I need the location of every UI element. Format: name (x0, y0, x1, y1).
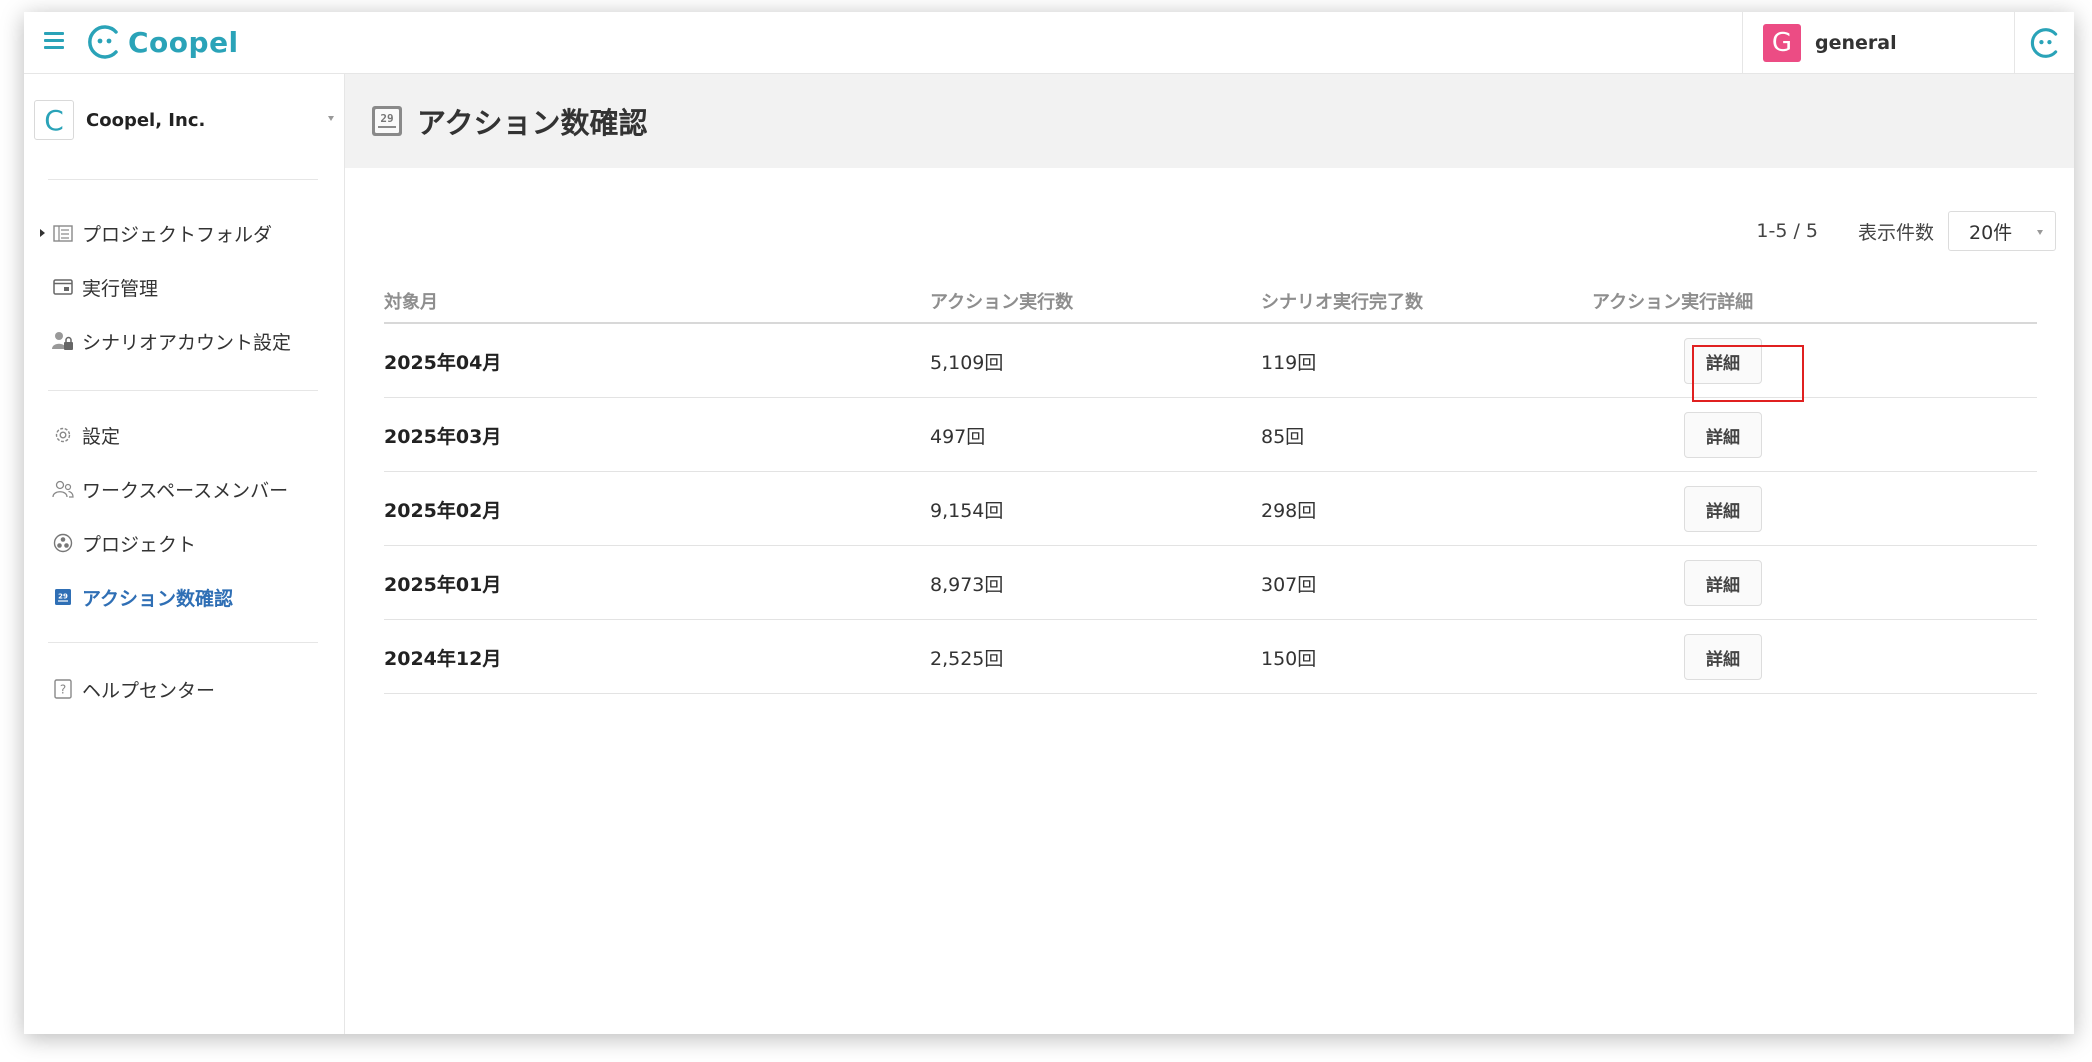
org-switcher[interactable]: C Coopel, Inc. (34, 100, 334, 140)
column-header-action-count: アクション実行数 (930, 292, 1074, 313)
coopel-face-icon (2030, 27, 2057, 58)
sidebar-item-help-center[interactable]: ? ヘルプセンター (52, 674, 332, 704)
action-count-cell: 5,109回 (930, 351, 1004, 374)
window-icon (52, 276, 74, 298)
page-size-select[interactable]: 20件 (1948, 211, 2056, 251)
column-header-scenario-completed: シナリオ実行完了数 (1261, 292, 1423, 313)
menu-icon[interactable] (44, 32, 64, 50)
action-count-cell: 8,973回 (930, 573, 1004, 596)
sidebar-item-workspace-members[interactable]: ワークスペースメンバー (52, 474, 332, 504)
app-window: Coopel G general C Coopel, Inc. プロジェクトフォ… (24, 12, 2074, 1034)
svg-text:?: ? (60, 683, 66, 697)
svg-text:29: 29 (58, 593, 68, 601)
calendar-icon: 29 (372, 106, 402, 136)
sidebar-item-label: ワークスペースメンバー (82, 479, 289, 502)
page-title: アクション数確認 (417, 106, 648, 140)
sidebar-item-label: 実行管理 (82, 277, 159, 300)
sidebar-item-project-folder[interactable]: プロジェクトフォルダ (40, 218, 332, 248)
scenario-completed-cell: 307回 (1261, 573, 1317, 596)
month-cell: 2025年04月 (384, 351, 502, 374)
table-row: 2025年04月 5,109回 119回 詳細 (384, 324, 2037, 398)
divider (48, 642, 318, 643)
sidebar: C Coopel, Inc. プロジェクトフォルダ 実行管理 シナリオアカウント… (24, 74, 345, 1034)
sidebar-item-execution[interactable]: 実行管理 (52, 272, 332, 302)
scenario-completed-cell: 119回 (1261, 351, 1317, 374)
column-header-month: 対象月 (384, 292, 438, 313)
users-icon (52, 478, 74, 500)
table-header: 対象月 アクション実行数 シナリオ実行完了数 アクション実行詳細 (384, 288, 2037, 324)
gear-icon (52, 424, 74, 446)
user-name: general (1815, 31, 1897, 54)
sidebar-item-label: プロジェクトフォルダ (82, 223, 273, 246)
sidebar-item-project[interactable]: プロジェクト (52, 528, 332, 558)
calendar-icon: 29 (52, 586, 74, 608)
user-lock-icon (52, 330, 74, 352)
sidebar-item-scenario-account[interactable]: シナリオアカウント設定 (52, 326, 332, 356)
sidebar-item-label: シナリオアカウント設定 (82, 331, 292, 354)
top-bar: Coopel G general (24, 12, 2074, 74)
page-size-label: 表示件数 (1857, 221, 1934, 244)
pagination-range: 1-5 / 5 (1756, 220, 1818, 242)
detail-button[interactable]: 詳細 (1684, 560, 1762, 606)
pagination: 1-5 / 5 表示件数 20件 (1756, 211, 2056, 251)
assistant-button[interactable] (2014, 12, 2074, 73)
action-count-cell: 2,525回 (930, 647, 1004, 670)
sidebar-item-label: プロジェクト (82, 533, 197, 556)
divider (48, 390, 318, 391)
chevron-down-icon (2037, 230, 2043, 235)
column-header-action-detail: アクション実行詳細 (1592, 292, 1754, 313)
chevron-down-icon (328, 116, 334, 121)
avatar: G (1763, 23, 1801, 62)
sidebar-item-label: 設定 (82, 425, 121, 448)
logo-text: Coopel (128, 25, 239, 59)
table-row: 2025年01月 8,973回 307回 詳細 (384, 546, 2037, 620)
action-count-table: 対象月 アクション実行数 シナリオ実行完了数 アクション実行詳細 2025年04… (384, 288, 2037, 694)
caret-right-icon (40, 229, 45, 237)
sidebar-item-label: ヘルプセンター (82, 679, 216, 702)
detail-button[interactable]: 詳細 (1684, 412, 1762, 458)
action-count-cell: 497回 (930, 425, 986, 448)
help-icon: ? (52, 678, 74, 700)
main-content: 29 アクション数確認 1-5 / 5 表示件数 20件 対象月 アクション実行… (345, 74, 2074, 1034)
month-cell: 2025年01月 (384, 573, 502, 596)
detail-button[interactable]: 詳細 (1684, 634, 1762, 680)
org-badge: C (34, 100, 74, 140)
divider (48, 179, 318, 180)
svg-text:29: 29 (380, 112, 393, 125)
user-menu[interactable]: G general (1742, 12, 2014, 73)
coopel-face-icon (88, 25, 118, 59)
detail-button[interactable]: 詳細 (1684, 486, 1762, 532)
folder-list-icon (52, 222, 74, 244)
month-cell: 2025年02月 (384, 499, 502, 522)
month-cell: 2024年12月 (384, 647, 502, 670)
project-icon (52, 532, 74, 554)
action-count-cell: 9,154回 (930, 499, 1004, 522)
page-header: 29 アクション数確認 (345, 74, 2074, 168)
table-row: 2025年03月 497回 85回 詳細 (384, 398, 2037, 472)
table-row: 2024年12月 2,525回 150回 詳細 (384, 620, 2037, 694)
org-name: Coopel, Inc. (86, 109, 206, 131)
month-cell: 2025年03月 (384, 425, 502, 448)
page-size-value: 20件 (1969, 221, 2013, 244)
sidebar-item-label: アクション数確認 (82, 587, 234, 610)
logo[interactable]: Coopel (86, 22, 239, 62)
table-row: 2025年02月 9,154回 298回 詳細 (384, 472, 2037, 546)
scenario-completed-cell: 150回 (1261, 647, 1317, 670)
detail-button[interactable]: 詳細 (1684, 338, 1762, 384)
scenario-completed-cell: 298回 (1261, 499, 1317, 522)
sidebar-item-action-count[interactable]: 29 アクション数確認 (52, 582, 332, 612)
scenario-completed-cell: 85回 (1261, 425, 1305, 448)
sidebar-item-settings[interactable]: 設定 (52, 420, 332, 450)
